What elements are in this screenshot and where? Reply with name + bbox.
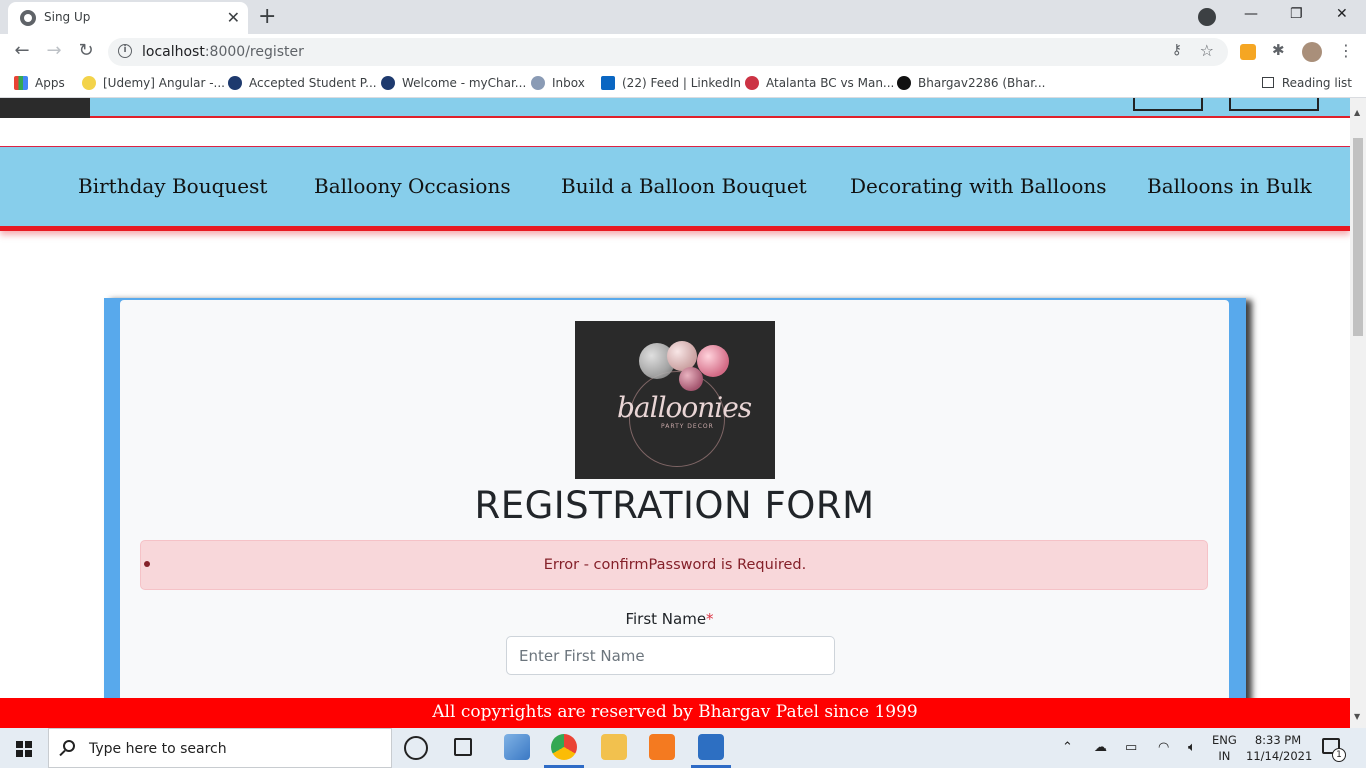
header-button-right[interactable] [1229,98,1319,111]
volume-icon[interactable]: 🔈︎ [1188,740,1196,755]
header-button-left[interactable] [1133,98,1203,111]
powershell-icon[interactable] [698,734,724,760]
reload-icon[interactable]: ↻ [74,40,98,61]
nav-item-build-a-balloon-bouquet[interactable]: Build a Balloon Bouquet [561,174,807,198]
close-tab-icon[interactable]: ✕ [227,8,240,27]
task-view-icon[interactable] [454,738,472,756]
linkedin-icon [601,76,615,90]
site-header-strip [0,98,1350,118]
key-icon[interactable]: ⚷ [1172,42,1182,58]
kebab-menu-icon[interactable]: ⋮ [1338,41,1354,60]
scroll-up-arrow-icon[interactable]: ▲ [1354,108,1360,117]
header-logo[interactable] [0,98,90,118]
page-footer: All copyrights are reserved by Bhargav P… [0,698,1350,728]
search-icon [63,740,75,752]
new-tab-button[interactable]: + [258,4,276,29]
taskbar-search-placeholder: Type here to search [89,741,227,757]
extension-icon[interactable] [1240,44,1256,60]
language-indicator[interactable]: ENG IN [1212,732,1237,764]
required-marker: * [706,610,714,628]
system-clock[interactable]: 8:33 PM 11/14/2021 [1246,732,1313,764]
nav-item-birthday-bouquest[interactable]: Birthday Bouquest [78,174,267,198]
wifi-icon[interactable]: ◠ [1158,740,1169,755]
windows-logo-icon [16,741,32,757]
logo-wordmark: balloonies [617,391,752,424]
tab-title: Sing Up [44,10,91,24]
browser-tab[interactable]: Sing Up ✕ [8,2,248,34]
page-viewport: Birthday Bouquest Balloony Occasions Bui… [0,98,1350,728]
bookmark-apps[interactable]: Apps [14,76,65,90]
onedrive-cloud-icon[interactable]: ☁ [1094,740,1107,755]
inbox-icon [531,76,545,90]
nav-item-balloons-in-bulk[interactable]: Balloons in Bulk [1147,174,1312,198]
xampp-icon[interactable] [649,734,675,760]
laptop-app-icon[interactable] [504,734,530,760]
close-window-button[interactable]: ✕ [1336,6,1348,22]
bookmark-accepted-student[interactable]: Accepted Student P... [228,76,377,90]
bookmark-udemy[interactable]: [Udemy] Angular -... [82,76,225,90]
apps-grid-icon [14,76,28,90]
url-text[interactable]: localhost:8000/register [142,44,304,60]
error-alert: Error - confirmPassword is Required. [140,540,1208,590]
bookmark-linkedin[interactable]: (22) Feed | LinkedIn [601,76,741,90]
globe-icon [20,10,36,26]
bookmark-mycharlotte[interactable]: Welcome - myChar... [381,76,526,90]
registration-card: balloonies PARTY DECOR REGISTRATION FORM… [104,298,1246,728]
reading-list-icon [1261,77,1274,88]
page-title: REGISTRATION FORM [474,484,875,527]
chrome-icon[interactable] [551,734,577,760]
error-message: Error - confirmPassword is Required. [543,557,807,573]
back-icon[interactable]: ← [10,40,34,61]
github-icon [897,76,911,90]
scrollbar-thumb[interactable] [1353,138,1363,336]
restore-button[interactable]: ❐ [1290,6,1303,22]
page-scrollbar[interactable]: ▲ ▼ [1350,98,1366,728]
bookmark-inbox[interactable]: Inbox [531,76,585,90]
first-name-label: First Name* [625,610,714,628]
forward-icon[interactable]: → [42,40,66,61]
balloonies-logo: balloonies PARTY DECOR [575,321,775,479]
battery-icon[interactable]: ▭ [1125,740,1137,755]
profile-menu-icon[interactable] [1198,8,1216,26]
reading-list-button[interactable]: Reading list [1261,76,1352,90]
bookmarks-bar: Apps [Udemy] Angular -... Accepted Stude… [0,70,1366,98]
puzzle-icon[interactable]: ✱ [1272,41,1288,59]
show-hidden-icons-chevron-icon[interactable]: ⌃ [1062,740,1073,755]
bookmark-star-icon[interactable]: ☆ [1200,41,1214,60]
university-icon [381,76,395,90]
address-bar[interactable]: i localhost:8000/register ⚷ ☆ [108,38,1228,66]
logo-subtext: PARTY DECOR [661,423,714,430]
taskbar-search-box[interactable]: Type here to search [48,728,392,768]
registration-card-body: balloonies PARTY DECOR REGISTRATION FORM… [120,300,1229,728]
minimize-button[interactable]: — [1244,6,1258,22]
balloon-pink-icon [697,345,729,377]
soccer-icon [745,76,759,90]
main-navigation: Birthday Bouquest Balloony Occasions Bui… [0,146,1350,226]
scroll-down-arrow-icon[interactable]: ▼ [1354,712,1360,721]
balloon-small-pink-icon [679,367,703,391]
footer-copyright: All copyrights are reserved by Bhargav P… [432,702,918,722]
windows-taskbar: Type here to search ⌃ ☁ ▭ ◠ 🔈︎ ENG IN 8:… [0,728,1366,768]
clock-time: 8:33 PM [1254,733,1302,747]
site-info-icon[interactable]: i [118,44,132,58]
nav-item-balloony-occasions[interactable]: Balloony Occasions [314,174,511,198]
clock-date: 11/14/2021 [1246,749,1313,763]
bookmark-atalanta[interactable]: Atalanta BC vs Man... [745,76,894,90]
cortana-icon[interactable] [404,736,428,760]
university-icon [228,76,242,90]
notification-count-badge: 1 [1332,748,1346,762]
bookmark-github[interactable]: Bhargav2286 (Bhar... [897,76,1046,90]
file-explorer-icon[interactable] [601,734,627,760]
avatar[interactable] [1302,42,1322,62]
tab-strip: Sing Up ✕ + — ❐ ✕ [0,0,1366,34]
udemy-icon [82,76,96,90]
nav-item-decorating-with-balloons[interactable]: Decorating with Balloons [850,174,1107,198]
start-button[interactable] [0,728,48,768]
first-name-input[interactable] [506,636,835,675]
address-toolbar: ← → ↻ i localhost:8000/register ⚷ ☆ ✱ ⋮ [0,34,1366,70]
